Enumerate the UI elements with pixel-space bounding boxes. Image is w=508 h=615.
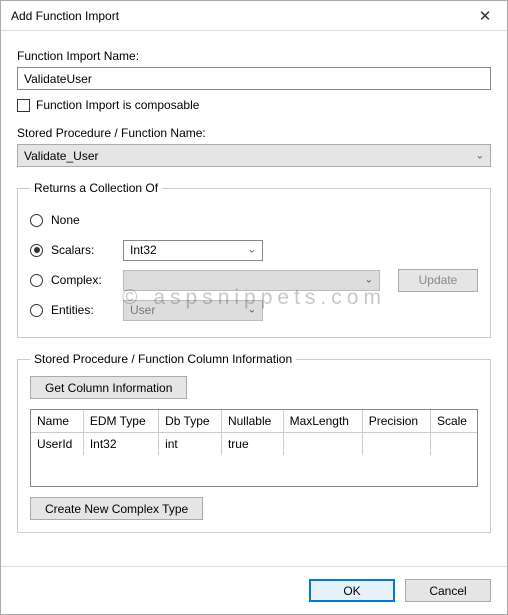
col-info-legend: Stored Procedure / Function Column Infor… xyxy=(30,352,296,366)
dialog-footer: OK Cancel xyxy=(1,566,507,614)
col-info-group: Stored Procedure / Function Column Infor… xyxy=(17,352,491,533)
returns-group: Returns a Collection Of None Scalars: In… xyxy=(17,181,491,338)
cancel-button[interactable]: Cancel xyxy=(405,579,491,602)
col-nullable: Nullable xyxy=(221,410,283,433)
col-table: Name EDM Type Db Type Nullable MaxLength… xyxy=(31,410,477,455)
cell-nullable: true xyxy=(221,433,283,456)
col-edm: EDM Type xyxy=(83,410,158,433)
window-title: Add Function Import xyxy=(11,9,463,23)
get-column-info-button[interactable]: Get Column Information xyxy=(30,376,187,399)
close-icon: ✕ xyxy=(479,7,492,25)
sp-name-value: Validate_User xyxy=(24,149,98,163)
cell-edm: Int32 xyxy=(83,433,158,456)
radio-complex-label: Complex: xyxy=(51,273,115,287)
col-table-wrap: Name EDM Type Db Type Nullable MaxLength… xyxy=(30,409,478,487)
cell-scale xyxy=(430,433,477,456)
sp-name-label: Stored Procedure / Function Name: xyxy=(17,126,491,140)
chevron-down-icon: ⌄ xyxy=(248,305,256,316)
radio-scalars-label: Scalars: xyxy=(51,243,115,257)
col-maxlen: MaxLength xyxy=(283,410,362,433)
ok-button[interactable]: OK xyxy=(309,579,395,602)
create-complex-type-button[interactable]: Create New Complex Type xyxy=(30,497,203,520)
complex-combo: ⌄ xyxy=(123,270,380,291)
chevron-down-icon: ⌄ xyxy=(365,275,373,286)
update-button: Update xyxy=(398,269,478,292)
radio-complex[interactable] xyxy=(30,274,43,287)
cell-name: UserId xyxy=(31,433,83,456)
col-scale: Scale xyxy=(430,410,477,433)
composable-checkbox[interactable] xyxy=(17,99,30,112)
chevron-down-icon: ⌄ xyxy=(248,245,256,256)
radio-entities-label: Entities: xyxy=(51,303,115,317)
cell-db: int xyxy=(159,433,222,456)
radio-none[interactable] xyxy=(30,214,43,227)
sp-name-dropdown[interactable]: Validate_User ⌄ xyxy=(17,144,491,167)
cell-maxlen xyxy=(283,433,362,456)
col-precision: Precision xyxy=(362,410,430,433)
entities-combo-value: User xyxy=(130,303,155,317)
close-button[interactable]: ✕ xyxy=(463,1,507,31)
radio-entities[interactable] xyxy=(30,304,43,317)
fi-name-label: Function Import Name: xyxy=(17,49,491,63)
entities-combo: User ⌄ xyxy=(123,300,263,321)
scalars-combo-value: Int32 xyxy=(130,243,157,257)
title-bar: Add Function Import ✕ xyxy=(1,1,507,31)
radio-none-label: None xyxy=(51,213,80,227)
table-row: UserId Int32 int true xyxy=(31,433,477,456)
col-db: Db Type xyxy=(159,410,222,433)
returns-legend: Returns a Collection Of xyxy=(30,181,162,195)
scalars-combo[interactable]: Int32 ⌄ xyxy=(123,240,263,261)
chevron-down-icon: ⌄ xyxy=(476,150,484,161)
fi-name-input[interactable] xyxy=(17,67,491,90)
radio-scalars[interactable] xyxy=(30,244,43,257)
table-header-row: Name EDM Type Db Type Nullable MaxLength… xyxy=(31,410,477,433)
col-name: Name xyxy=(31,410,83,433)
cell-precision xyxy=(362,433,430,456)
composable-label: Function Import is composable xyxy=(36,98,199,112)
